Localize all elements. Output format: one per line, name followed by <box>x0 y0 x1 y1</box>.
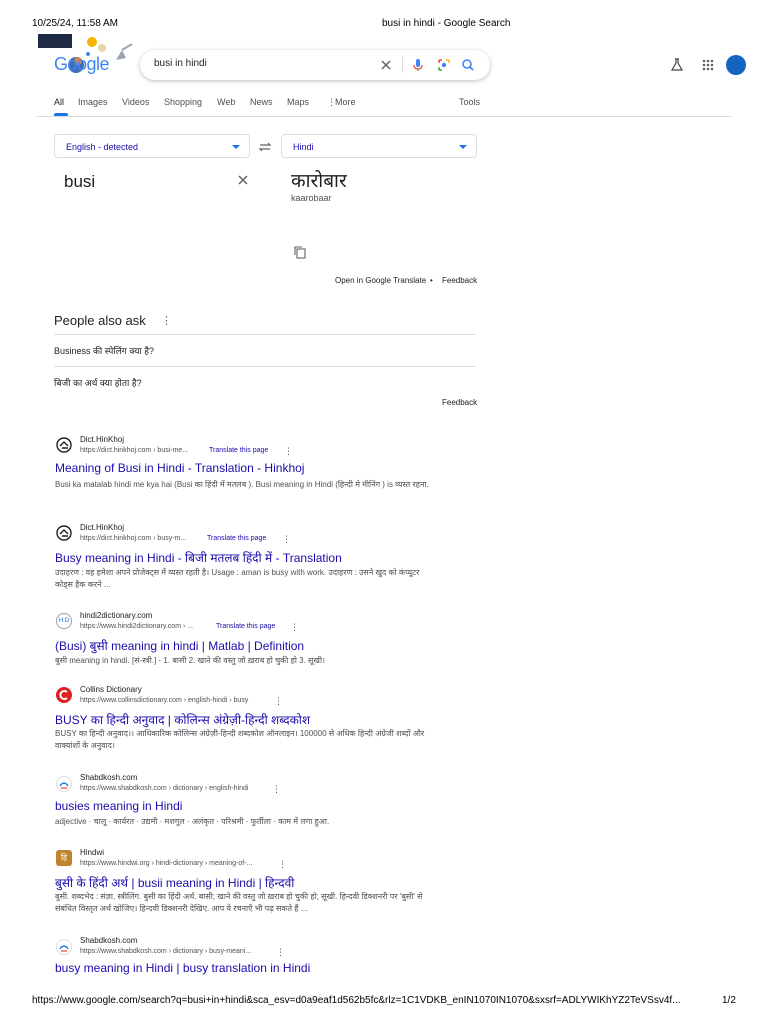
result-title-link[interactable]: Busy meaning in Hindi - बिजी मतलब हिंदी … <box>55 549 342 566</box>
tab-web[interactable]: Web <box>217 97 235 107</box>
print-url: https://www.google.com/search?q=busi+in+… <box>32 995 681 1006</box>
account-avatar[interactable] <box>726 55 746 75</box>
tab-all[interactable]: All <box>54 97 64 107</box>
paa-title: People also ask <box>54 313 146 328</box>
hinkhoj-favicon <box>56 437 72 453</box>
result-snippet: बुसी meaning in hindi. [सं-स्त्री.] - 1.… <box>55 656 326 665</box>
labs-flask-icon[interactable] <box>670 58 684 77</box>
result-url[interactable]: https://www.hindwi.org › hindi-dictionar… <box>80 860 252 867</box>
copy-icon[interactable] <box>293 245 307 264</box>
print-doc-title: busi in hindi - Google Search <box>382 18 511 29</box>
paa-divider <box>54 366 476 367</box>
result-url[interactable]: https://dict.hinkhoj.com › busy-m... <box>80 535 186 542</box>
hindi2dictionary-favicon: H:D <box>56 613 72 629</box>
result-title-link[interactable]: busies meaning in Hindi <box>55 799 182 813</box>
translate-feedback-link[interactable]: Feedback <box>442 276 477 285</box>
result-url[interactable]: https://www.shabdkosh.com › dictionary ›… <box>80 948 251 955</box>
chevron-down-icon <box>459 145 467 149</box>
logo-text: Google <box>54 54 110 74</box>
search-box[interactable]: busi in hindi <box>140 50 490 80</box>
result-snippet: adjective · चालू · कार्यरत · उद्यमी · मश… <box>55 817 330 826</box>
result-title-link[interactable]: BUSY का हिन्दी अनुवाद | कोलिन्स अंग्रेज़… <box>55 711 310 728</box>
paa-question[interactable]: Business की स्पेलिंग क्या है? <box>54 344 154 357</box>
clear-source-icon[interactable] <box>236 173 250 192</box>
result-title-link[interactable]: बुसी के हिंदी अर्थ | busii meaning in Hi… <box>55 874 294 891</box>
result-site-name: Shabdkosh.com <box>80 773 138 782</box>
apps-grid-icon[interactable] <box>701 58 715 77</box>
result-title-link[interactable]: busy meaning in Hindi | busy translation… <box>55 961 310 975</box>
transliteration: kaarobaar <box>291 193 332 203</box>
result-menu-icon[interactable]: ⋮ <box>290 622 299 633</box>
header-divider <box>36 116 732 117</box>
tab-shopping[interactable]: Shopping <box>164 97 202 107</box>
result-url[interactable]: https://dict.hinkhoj.com › busi-me... <box>80 447 188 454</box>
search-query[interactable]: busi in hindi <box>154 58 207 69</box>
bullet-separator: • <box>430 276 433 285</box>
collins-favicon <box>56 687 72 703</box>
result-snippet: उदाहरण : वह हमेशा अपने प्रोजेक्ट्स में व… <box>55 568 420 589</box>
result-menu-icon[interactable]: ⋮ <box>276 947 285 958</box>
paa-menu-icon[interactable]: ⋮ <box>161 314 172 327</box>
result-site-name: Dict.HinKhoj <box>80 523 125 532</box>
google-lens-icon[interactable] <box>436 57 452 73</box>
result-title-link[interactable]: Meaning of Busi in Hindi - Translation -… <box>55 461 304 475</box>
shabdkosh-favicon <box>56 939 72 955</box>
result-snippet: BUSY का हिन्दी अनुवाद।। आधिकारिक कोलिन्स… <box>55 729 425 750</box>
result-menu-icon[interactable]: ⋮ <box>272 784 281 795</box>
translate-page-link[interactable]: Translate this page <box>209 447 268 454</box>
result-snippet: बुसी. शब्दभेद : संज्ञा, स्त्रीलिंग. बुसी… <box>55 892 423 913</box>
swap-languages-icon[interactable] <box>258 140 272 158</box>
paa-feedback-link[interactable]: Feedback <box>442 398 477 407</box>
result-title-link[interactable]: (Busi) बुसी meaning in hindi | Matlab | … <box>55 637 304 654</box>
result-menu-icon[interactable]: ⋮ <box>282 534 291 545</box>
clear-icon[interactable] <box>378 57 394 73</box>
print-datetime: 10/25/24, 11:58 AM <box>32 18 118 29</box>
tab-videos[interactable]: Videos <box>122 97 149 107</box>
result-site-name: hindi2dictionary.com <box>80 611 153 620</box>
search-icon[interactable] <box>460 57 476 73</box>
result-url[interactable]: https://www.collinsdictionary.com › engl… <box>80 697 248 704</box>
source-text[interactable]: busi <box>64 172 95 192</box>
print-page-number: 1/2 <box>722 995 736 1006</box>
result-menu-icon[interactable]: ⋮ <box>284 446 293 457</box>
tab-maps[interactable]: Maps <box>287 97 309 107</box>
tab-images[interactable]: Images <box>78 97 108 107</box>
paa-divider <box>54 334 476 335</box>
tab-news[interactable]: News <box>250 97 273 107</box>
translate-page-link[interactable]: Translate this page <box>216 623 275 630</box>
result-site-name: Collins Dictionary <box>80 685 142 694</box>
translated-text: कारोबार <box>291 171 347 192</box>
google-doodle-logo[interactable]: Google <box>36 34 136 78</box>
result-url[interactable]: https://www.hindi2dictionary.com › ... <box>80 623 193 630</box>
search-tabs: All Images Videos Shopping Web News Maps… <box>54 97 734 117</box>
result-site-name: Dict.HinKhoj <box>80 435 125 444</box>
translate-page-link[interactable]: Translate this page <box>207 535 266 542</box>
target-language-label: Hindi <box>293 142 314 152</box>
hinkhoj-favicon <box>56 525 72 541</box>
open-in-translate-link[interactable]: Open in Google Translate <box>335 276 426 285</box>
result-menu-icon[interactable]: ⋮ <box>278 859 287 870</box>
target-language-select[interactable]: Hindi <box>281 134 477 158</box>
paa-question[interactable]: बिजी का अर्थ क्या होता है? <box>54 376 142 389</box>
chevron-down-icon <box>232 145 240 149</box>
result-site-name: Hindwi <box>80 848 105 857</box>
search-divider <box>402 57 403 73</box>
shabdkosh-favicon <box>56 776 72 792</box>
result-url[interactable]: https://www.shabdkosh.com › dictionary ›… <box>80 785 248 792</box>
result-snippet: Busi ka matalab hindi me kya hai (Busi क… <box>55 480 429 489</box>
microphone-icon[interactable] <box>410 57 426 73</box>
tab-tools[interactable]: Tools <box>459 97 480 107</box>
result-site-name: Shabdkosh.com <box>80 936 138 945</box>
result-menu-icon[interactable]: ⋮ <box>274 696 283 707</box>
source-language-select[interactable]: English - detected <box>54 134 250 158</box>
tab-more[interactable]: More <box>335 97 356 107</box>
hindwi-favicon: हि <box>56 850 72 866</box>
source-language-label: English - detected <box>66 142 139 152</box>
